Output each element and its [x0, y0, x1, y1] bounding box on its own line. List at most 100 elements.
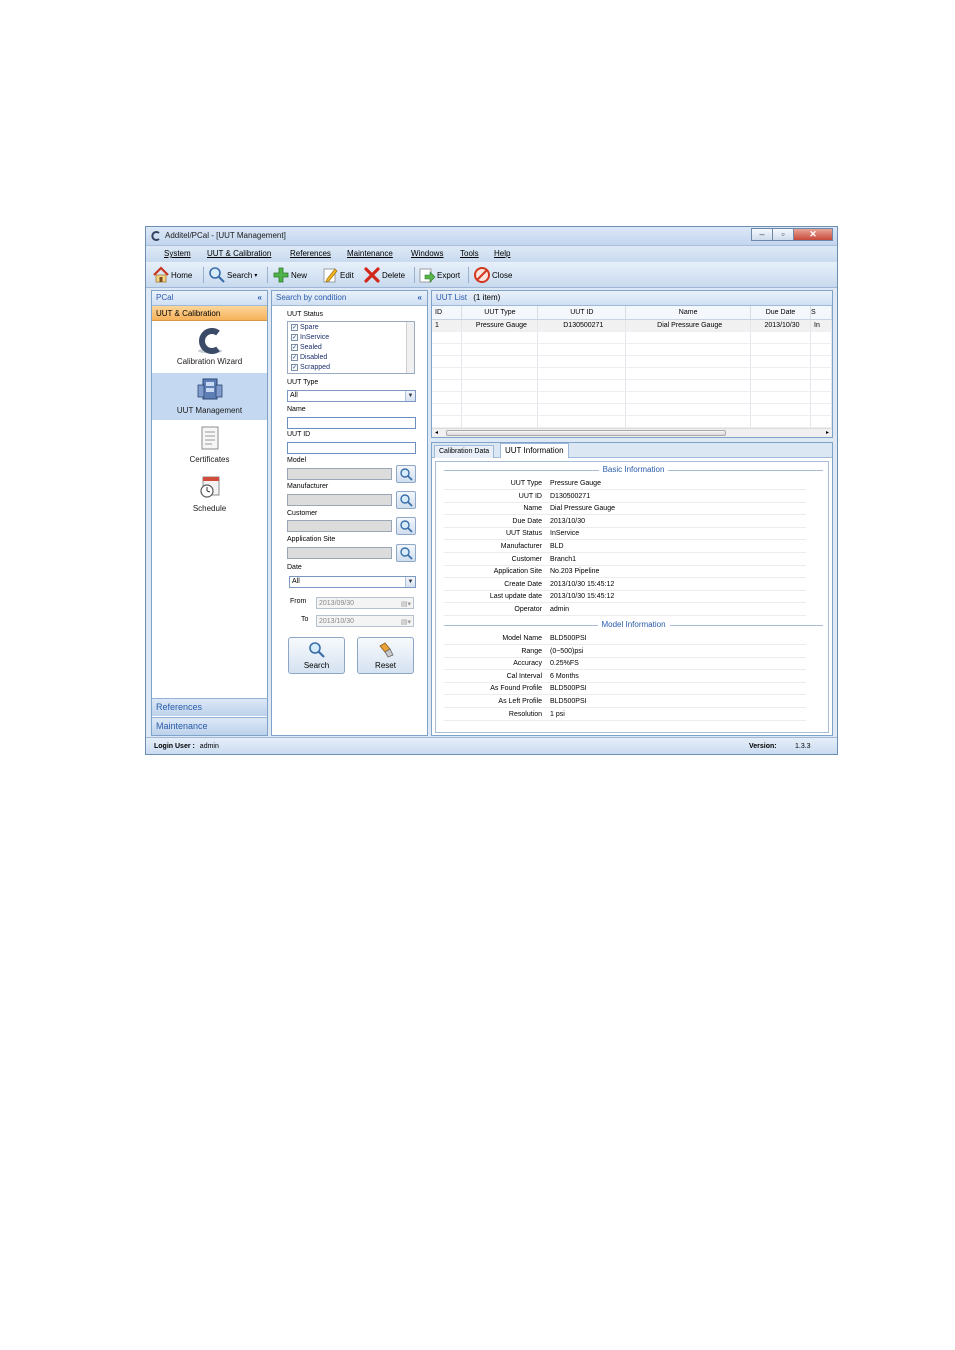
menu-windows[interactable]: Windows: [411, 249, 443, 258]
checkbox-checked-icon[interactable]: ✓: [291, 353, 298, 361]
column-header-uut-id[interactable]: UUT ID: [537, 306, 627, 320]
menu-maintenance[interactable]: Maintenance: [347, 249, 393, 258]
plus-icon: [273, 267, 289, 283]
nav-tile-schedule[interactable]: Schedule: [152, 471, 267, 518]
edit-button[interactable]: Edit: [321, 265, 354, 285]
menu-tools[interactable]: Tools: [460, 249, 479, 258]
menu-system[interactable]: System: [164, 249, 191, 258]
calendar-icon[interactable]: ▤▾: [401, 617, 411, 628]
reset-button[interactable]: Reset: [357, 637, 414, 674]
uut-status-label: UUT Status: [287, 311, 324, 318]
to-label: To: [301, 616, 309, 623]
column-header-status[interactable]: S: [810, 306, 832, 320]
detail-field-row: As Left Profile BLD500PSI: [444, 696, 806, 708]
customer-lookup-button[interactable]: [396, 517, 416, 535]
search-icon: [308, 642, 325, 658]
export-button[interactable]: Export: [418, 265, 460, 285]
uut-type-select[interactable]: All ▼: [287, 390, 416, 402]
scroll-right-icon[interactable]: ▸: [826, 429, 829, 436]
detail-field-label: Application Site: [493, 568, 542, 576]
checkbox-checked-icon[interactable]: ✓: [291, 323, 298, 331]
customer-input[interactable]: [287, 520, 392, 532]
status-option-scrapped[interactable]: ✓ Scrapped: [288, 362, 414, 372]
uut-type-value: All: [290, 392, 298, 399]
minimize-button[interactable]: –: [751, 228, 773, 241]
menu-uut-calibration[interactable]: UUT & Calibration: [207, 249, 271, 258]
delete-button[interactable]: Delete: [363, 265, 405, 285]
nav-group-uut-calibration[interactable]: UUT & Calibration: [152, 306, 267, 321]
date-select[interactable]: All ▼: [289, 576, 416, 588]
detail-field-label: Model Name: [502, 635, 542, 642]
model-input[interactable]: [287, 468, 392, 480]
table-header-row: ID UUT Type UUT ID Name Due Date S: [432, 306, 832, 320]
manufacturer-lookup-button[interactable]: [396, 491, 416, 509]
search-submit-button[interactable]: Search: [288, 637, 345, 674]
status-option-disabled[interactable]: ✓ Disabled: [288, 352, 414, 362]
detail-field-label: Last update date: [489, 593, 542, 601]
status-option-spare[interactable]: ✓ Spare: [288, 322, 414, 332]
status-option-sealed[interactable]: ✓ Sealed: [288, 342, 414, 352]
name-input[interactable]: [287, 417, 416, 429]
table-row-empty: [432, 379, 832, 392]
column-header-due-date[interactable]: Due Date: [750, 306, 811, 320]
new-button[interactable]: New: [272, 265, 307, 285]
column-header-id[interactable]: ID: [432, 306, 463, 320]
checkbox-checked-icon[interactable]: ✓: [291, 343, 298, 351]
uut-status-list[interactable]: ✓ Spare ✓ InService ✓ Sealed ✓ Disabled ✓ Scr…: [287, 321, 415, 374]
cell-uut-type: Pressure Gauge: [461, 319, 539, 332]
status-option-label: Sealed: [300, 343, 322, 351]
detail-field-value: Pressure Gauge: [550, 480, 601, 487]
menu-help[interactable]: Help: [494, 249, 510, 258]
nav-tile-calibration-wizard[interactable]: Calibration Wizard: [152, 324, 267, 371]
uut-type-label: UUT Type: [287, 379, 319, 386]
scroll-left-icon[interactable]: ◂: [435, 429, 438, 436]
tab-calibration-data[interactable]: Calibration Data: [434, 445, 495, 458]
collapse-nav-button[interactable]: «: [258, 291, 262, 305]
table-row[interactable]: 1 Pressure Gauge D130500271 Dial Pressur…: [432, 319, 832, 332]
detail-field-row: Due Date 2013/10/30: [444, 516, 806, 528]
nav-group-references[interactable]: References: [152, 698, 267, 716]
edit-pencil-icon: [323, 268, 338, 283]
close-button[interactable]: Close: [473, 265, 512, 285]
chevron-down-icon: ▾: [254, 272, 258, 279]
collapse-search-button[interactable]: «: [418, 291, 422, 305]
checkbox-checked-icon[interactable]: ✓: [291, 333, 298, 341]
search-button[interactable]: Search ▾: [208, 265, 257, 285]
from-date-field[interactable]: 2013/09/30 ▤▾: [316, 597, 414, 609]
table-row-empty: [432, 403, 832, 416]
date-label: Date: [287, 564, 302, 571]
nav-tile-certificates[interactable]: Certificates: [152, 422, 267, 469]
uut-id-input[interactable]: [287, 442, 416, 454]
tab-uut-information[interactable]: UUT Information: [500, 443, 569, 458]
column-header-name[interactable]: Name: [625, 306, 752, 320]
model-lookup-button[interactable]: [396, 465, 416, 483]
manufacturer-input[interactable]: [287, 494, 392, 506]
application-site-input[interactable]: [287, 547, 392, 559]
maximize-button[interactable]: ▫: [772, 228, 794, 241]
detail-field-value: admin: [550, 606, 570, 613]
nav-group-maintenance[interactable]: Maintenance: [152, 717, 267, 735]
calendar-icon[interactable]: ▤▾: [401, 599, 411, 610]
menu-references[interactable]: References: [290, 249, 331, 258]
date-value: All: [292, 578, 300, 585]
to-date-field[interactable]: 2013/10/30 ▤▾: [316, 615, 414, 627]
edit-label: Edit: [340, 270, 354, 280]
cell-status: In: [810, 319, 832, 332]
column-header-uut-type[interactable]: UUT Type: [461, 306, 539, 320]
application-site-lookup-button[interactable]: [396, 544, 416, 562]
nav-tile-uut-management[interactable]: UUT Management: [152, 373, 267, 420]
list-horizontal-scrollbar[interactable]: ◂ ▸: [432, 428, 832, 437]
status-list-scrollbar[interactable]: [406, 322, 414, 373]
checkbox-checked-icon[interactable]: ✓: [291, 363, 298, 371]
chevron-down-icon[interactable]: ▼: [405, 577, 415, 587]
scrollbar-thumb[interactable]: [446, 430, 726, 436]
status-option-inservice[interactable]: ✓ InService: [288, 332, 414, 342]
version-label: Version:: [749, 743, 777, 750]
chevron-down-icon[interactable]: ▼: [405, 391, 415, 401]
detail-field-row: Last update date 2013/10/30 15:45:12: [444, 591, 806, 604]
title-bar: Additel/PCal - [UUT Management] – ▫ ✕: [146, 227, 837, 246]
home-button[interactable]: Home: [152, 265, 192, 285]
detail-field-row: Accuracy 0.25%FS: [444, 658, 806, 671]
detail-field-value: 2013/10/30 15:45:12: [550, 593, 615, 601]
close-window-button[interactable]: ✕: [793, 228, 833, 241]
